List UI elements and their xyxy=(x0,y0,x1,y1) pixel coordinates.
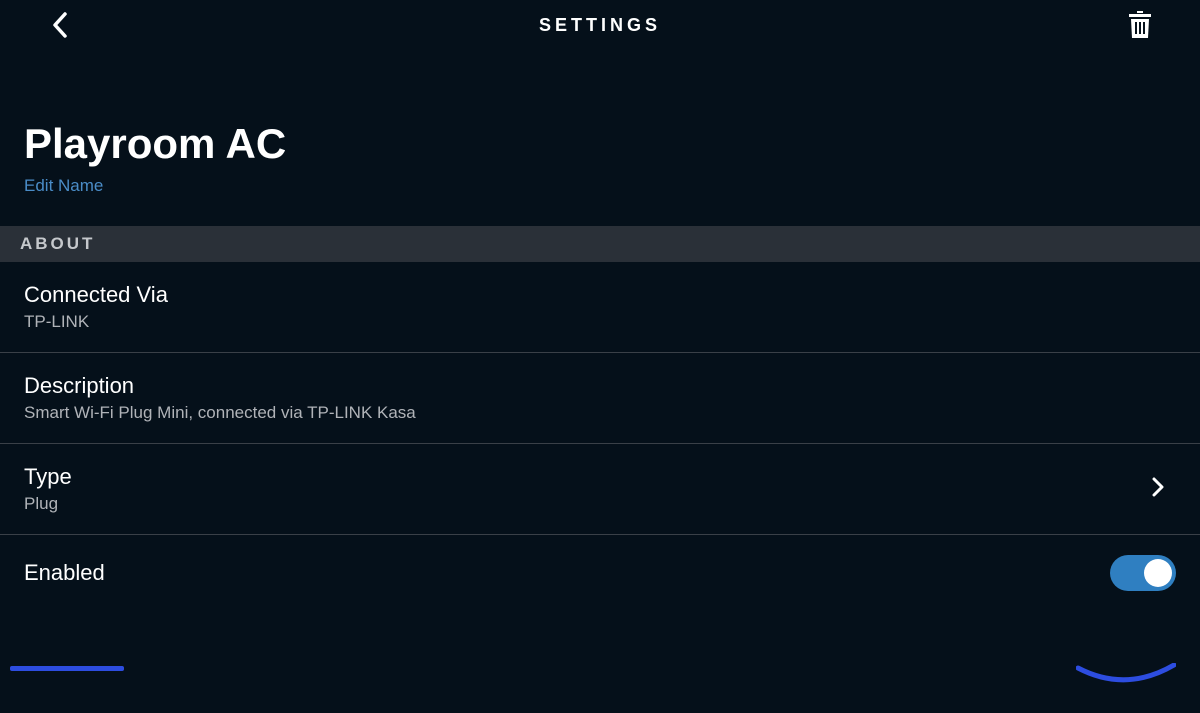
list-item-content: Connected Via TP-LINK xyxy=(24,282,1176,332)
header-bar: SETTINGS xyxy=(0,0,1200,50)
trash-icon xyxy=(1128,11,1152,39)
delete-button[interactable] xyxy=(1120,5,1160,45)
list-item-description: Description Smart Wi-Fi Plug Mini, conne… xyxy=(0,353,1200,444)
list-item-subtitle: TP-LINK xyxy=(24,312,1176,332)
chevron-left-icon xyxy=(51,11,69,39)
list-item-enabled: Enabled xyxy=(0,535,1200,611)
enabled-toggle[interactable] xyxy=(1110,555,1176,591)
list-item-type[interactable]: Type Plug xyxy=(0,444,1200,535)
chevron-right-icon xyxy=(1152,477,1164,502)
section-header-about: ABOUT xyxy=(0,226,1200,262)
page-title: SETTINGS xyxy=(539,15,661,36)
list-item-content: Description Smart Wi-Fi Plug Mini, conne… xyxy=(24,373,1176,423)
edit-name-link[interactable]: Edit Name xyxy=(24,176,1176,196)
list-item-subtitle: Plug xyxy=(24,494,1152,514)
list-item-title: Type xyxy=(24,464,1152,490)
list-item-subtitle: Smart Wi-Fi Plug Mini, connected via TP-… xyxy=(24,403,1176,423)
annotation-curve xyxy=(1076,663,1176,693)
list-item-title: Description xyxy=(24,373,1176,399)
list-item-connected-via: Connected Via TP-LINK xyxy=(0,262,1200,353)
device-header: Playroom AC Edit Name xyxy=(0,50,1200,226)
toggle-knob xyxy=(1144,559,1172,587)
device-name: Playroom AC xyxy=(24,120,1176,168)
list-item-title: Connected Via xyxy=(24,282,1176,308)
list-item-content: Type Plug xyxy=(24,464,1152,514)
enabled-label: Enabled xyxy=(24,560,105,586)
annotation-underline xyxy=(10,666,124,671)
back-button[interactable] xyxy=(40,5,80,45)
